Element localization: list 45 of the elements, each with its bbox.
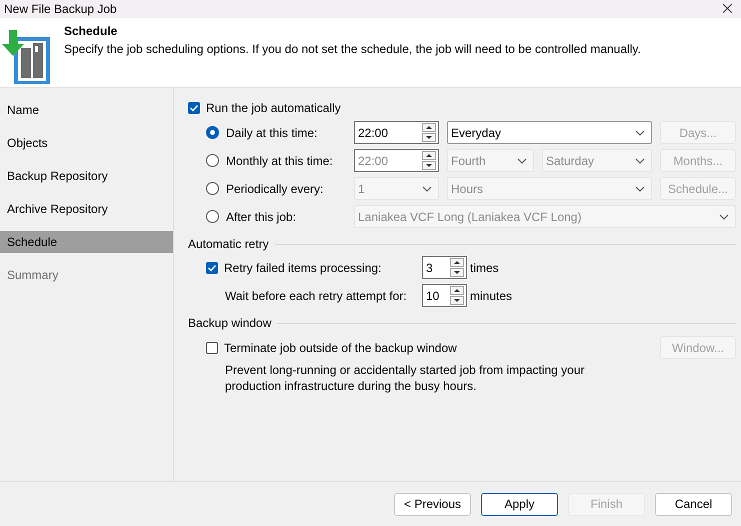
- caret-icon: [517, 158, 527, 164]
- caret-icon: [635, 158, 645, 164]
- footer-button[interactable]: Apply: [481, 492, 558, 516]
- footer-button[interactable]: < Previous: [394, 492, 471, 516]
- page-title: Schedule: [64, 24, 118, 38]
- dropdown[interactable]: Everyday: [447, 121, 652, 144]
- section-title: Automatic retry: [188, 237, 269, 251]
- window-title: New File Backup Job: [4, 2, 117, 16]
- sidebar-item[interactable]: Name: [0, 99, 173, 121]
- sidebar-item[interactable]: Archive Repository: [0, 198, 173, 220]
- caret-icon: [719, 214, 729, 220]
- checkbox-label: Run the job automatically: [206, 101, 341, 115]
- caret-icon: [422, 186, 432, 192]
- radio-label: After this job:: [226, 210, 296, 224]
- radio-label: Daily at this time:: [226, 126, 318, 140]
- time-spinbox[interactable]: 22:00: [354, 121, 439, 144]
- field-label: Wait before each retry attempt for:: [224, 288, 408, 302]
- radio-button[interactable]: [206, 210, 219, 223]
- close-button[interactable]: ×: [714, 1, 741, 17]
- checkbox[interactable]: [206, 342, 218, 354]
- spin-arrows-icon[interactable]: [450, 258, 464, 277]
- unit-label: times: [470, 260, 500, 274]
- caret-icon: [635, 130, 645, 136]
- sidebar-item[interactable]: Objects: [0, 132, 173, 154]
- caret-icon: [635, 186, 645, 192]
- radio-button[interactable]: [206, 154, 219, 167]
- description-text: Prevent long-running or accidentally started job from impacting your production infrastructure during the busy hours.: [225, 362, 586, 394]
- radio-label: Monthly at this time:: [226, 154, 333, 168]
- checkbox-label: Retry failed items processing:: [224, 260, 382, 274]
- spin-arrows-icon[interactable]: [422, 123, 436, 142]
- checkbox[interactable]: [206, 262, 218, 274]
- footer-button[interactable]: Cancel: [655, 492, 732, 516]
- checkbox-label: Terminate job outside of the backup window: [224, 340, 457, 354]
- unit-label: minutes: [470, 288, 514, 302]
- sidebar-item[interactable]: Schedule: [0, 231, 173, 253]
- radio-label: Periodically every:: [226, 182, 324, 196]
- sidebar-item[interactable]: Backup Repository: [0, 165, 173, 187]
- number-spinbox[interactable]: 3: [422, 256, 467, 279]
- spin-arrows-icon[interactable]: [450, 286, 464, 305]
- section-title: Backup window: [188, 316, 272, 330]
- radio-button[interactable]: [206, 182, 219, 195]
- radio-button[interactable]: [206, 126, 219, 139]
- checkbox[interactable]: [188, 102, 200, 114]
- page-description: Specify the job scheduling options. If you do not set the schedule, the job will need to be controlled manually.: [64, 42, 641, 56]
- number-spinbox[interactable]: 10: [422, 284, 467, 307]
